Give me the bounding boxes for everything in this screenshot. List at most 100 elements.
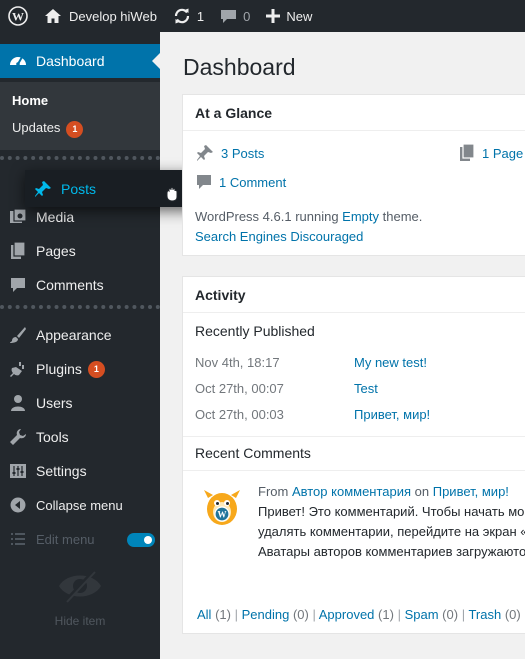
comment-author-link[interactable]: Автор комментария xyxy=(292,484,411,499)
updates-count: 1 xyxy=(196,8,205,24)
comment-from: From xyxy=(258,484,292,499)
page-title: Dashboard xyxy=(183,54,296,80)
sidebar-item-comments[interactable]: Comments xyxy=(0,268,160,302)
plugins-badge: 1 xyxy=(87,360,105,378)
sidebar-item-dashboard[interactable]: Dashboard xyxy=(0,44,160,78)
dragging-label: Posts xyxy=(61,180,97,197)
filter-pending-count: (0) xyxy=(292,607,309,622)
filter-all-count: (1) xyxy=(215,607,231,622)
sidebar-item-settings[interactable]: Settings xyxy=(0,454,160,488)
filter-trash-count: (0) xyxy=(504,607,521,622)
submenu-updates-label: Updates xyxy=(12,120,61,135)
glance-comments-label: 1 Comment xyxy=(219,174,287,190)
hide-item-dropzone[interactable]: Hide item xyxy=(0,568,160,628)
comment-bubble-icon xyxy=(197,175,211,189)
post-date: Oct 27th, 00:03 xyxy=(195,407,284,422)
wp-version-suffix: theme. xyxy=(379,209,423,224)
wordpress-logo-icon[interactable]: W xyxy=(0,0,36,32)
media-icon xyxy=(0,208,36,226)
pages-icon xyxy=(460,144,475,161)
wrench-icon xyxy=(0,428,36,446)
plug-icon xyxy=(0,360,36,378)
sidebar-item-plugins[interactable]: Plugins 1 xyxy=(0,352,160,386)
updates-badge: 1 xyxy=(66,121,84,138)
sidebar-item-label: Comments xyxy=(36,277,104,293)
sidebar-item-label: Media xyxy=(36,209,75,225)
filter-separator: | xyxy=(461,607,466,622)
submenu-item-updates[interactable]: Updates 1 xyxy=(12,120,84,138)
dashboard-submenu: Home Updates 1 xyxy=(0,82,160,150)
edit-menu-label: Edit menu xyxy=(36,531,95,547)
pushpin-icon xyxy=(197,145,213,161)
sidebar-item-users[interactable]: Users xyxy=(0,386,160,420)
collapse-arrow-icon xyxy=(0,497,36,513)
widget-title[interactable]: At a Glance xyxy=(183,95,525,131)
submenu-item-home[interactable]: Home xyxy=(12,93,48,108)
edit-menu-toggle[interactable] xyxy=(127,533,155,547)
comment-post-link[interactable]: Привет, мир! xyxy=(433,484,509,499)
pages-icon xyxy=(0,242,36,260)
comment-bubble-icon xyxy=(221,10,237,23)
post-title-link[interactable]: My new test! xyxy=(354,355,427,370)
sidebar-item-label: Settings xyxy=(36,463,87,479)
post-date: Oct 27th, 00:07 xyxy=(195,381,284,396)
search-engines-discouraged-link[interactable]: Search Engines Discouraged xyxy=(195,229,363,244)
comment-author-avatar: W xyxy=(199,485,243,532)
filter-pending-link[interactable]: Pending xyxy=(242,607,290,622)
activity-widget: Activity Recently Published Nov 4th, 18:… xyxy=(182,276,525,634)
sidebar-item-label: Appearance xyxy=(36,327,112,343)
list-icon xyxy=(0,533,36,545)
glance-posts-link[interactable]: 3 Posts xyxy=(196,144,264,162)
comment-excerpt-line: Привет! Это комментарий. Чтобы начать мо xyxy=(258,504,525,519)
comments-count: 0 xyxy=(243,8,251,24)
sidebar-item-appearance[interactable]: Appearance xyxy=(0,318,160,352)
comment-meta: From Автор комментария on Привет, мир! xyxy=(258,482,509,502)
comment-excerpt-text: удалять комментарии, перейдите на экран … xyxy=(258,524,525,539)
sidebar-item-label: Pages xyxy=(36,243,76,259)
drop-placeholder-bottom xyxy=(0,305,160,310)
updates-link[interactable]: 1 xyxy=(165,0,212,32)
svg-text:W: W xyxy=(218,510,227,520)
sidebar-item-pages[interactable]: Pages xyxy=(0,234,160,268)
filter-trash-link[interactable]: Trash xyxy=(468,607,501,622)
filter-all-link[interactable]: All xyxy=(197,607,211,622)
post-title-link[interactable]: Test xyxy=(354,381,378,396)
svg-text:W: W xyxy=(12,10,24,24)
new-content-link[interactable]: New xyxy=(258,0,320,32)
glance-posts-label: 3 Posts xyxy=(221,145,265,161)
admin-sidebar: Dashboard Home Updates 1 Media Pages Comm… xyxy=(0,32,160,659)
theme-link[interactable]: Empty xyxy=(342,209,379,224)
filter-approved-count: (1) xyxy=(378,607,394,622)
dashboard-gauge-icon xyxy=(0,51,36,71)
comments-link[interactable]: 0 xyxy=(212,0,258,32)
toggle-knob xyxy=(144,536,152,544)
comment-excerpt-line: Аватары авторов комментариев загружаюто xyxy=(258,544,525,559)
filter-approved-link[interactable]: Approved xyxy=(319,607,375,622)
hide-item-label: Hide item xyxy=(54,614,106,628)
comment-status-filters: All (1) | Pending (0) | Approved (1) | S… xyxy=(197,607,521,622)
at-a-glance-widget: At a Glance 3 Posts 1 Page 1 Comment Wor… xyxy=(182,94,525,256)
drop-placeholder-top xyxy=(0,156,160,161)
collapse-menu-button[interactable]: Collapse menu xyxy=(0,488,160,522)
collapse-label: Collapse menu xyxy=(36,497,123,513)
comment-bubble-icon xyxy=(0,277,36,293)
filter-separator: | xyxy=(312,607,316,622)
filter-separator: | xyxy=(397,607,401,622)
sidebar-item-label: Tools xyxy=(36,429,69,445)
site-name-link[interactable]: Develop hiWeb xyxy=(36,0,165,32)
glance-pages-label: 1 Page xyxy=(482,145,524,161)
widget-title[interactable]: Activity xyxy=(183,277,525,313)
post-date: Nov 4th, 18:17 xyxy=(195,355,280,370)
plus-icon xyxy=(266,9,281,23)
sidebar-item-label: Dashboard xyxy=(36,53,105,69)
sidebar-item-tools[interactable]: Tools xyxy=(0,420,160,454)
filter-spam-link[interactable]: Spam xyxy=(405,607,439,622)
glance-pages-link[interactable]: 1 Page xyxy=(459,144,523,162)
post-title-link[interactable]: Привет, мир! xyxy=(354,407,430,422)
pushpin-icon xyxy=(25,180,61,198)
wp-version-text: WordPress 4.6.1 running Empty theme. xyxy=(195,209,422,224)
home-icon xyxy=(45,9,61,23)
paintbrush-icon xyxy=(0,326,36,344)
new-label: New xyxy=(286,8,313,24)
glance-comments-link[interactable]: 1 Comment xyxy=(196,174,286,190)
